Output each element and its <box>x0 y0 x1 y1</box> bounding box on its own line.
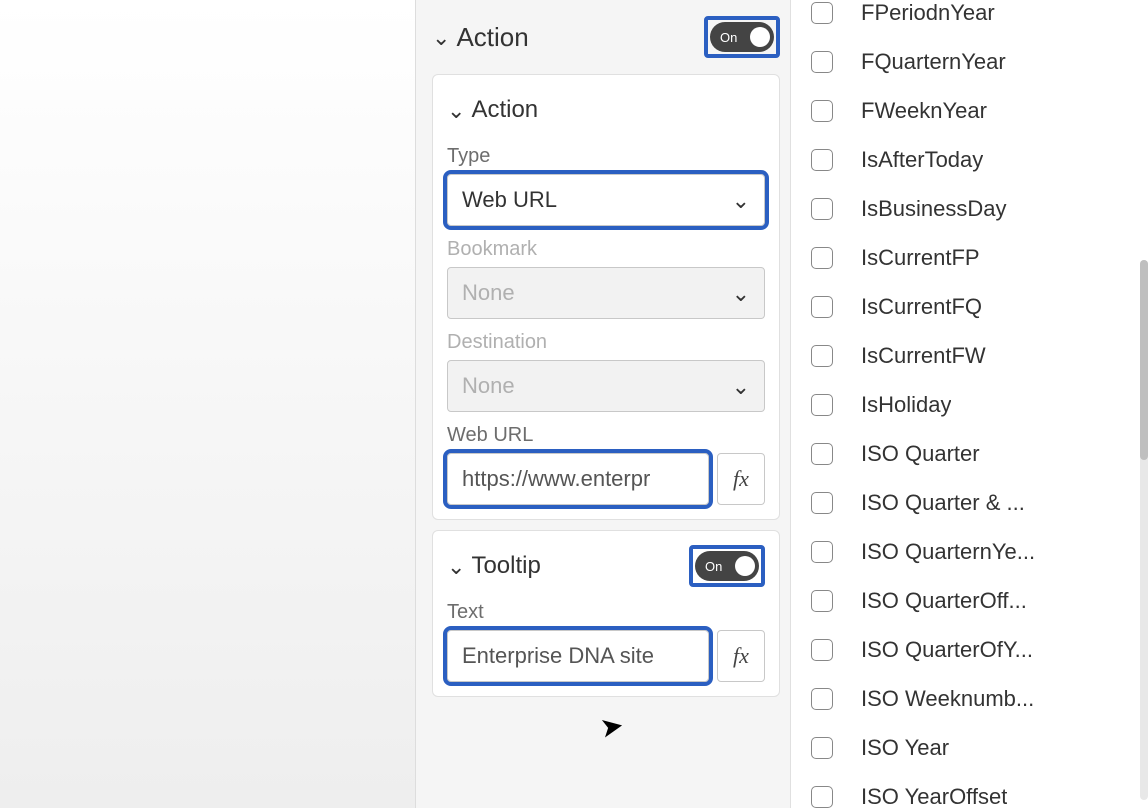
field-item[interactable]: FWeeknYear <box>801 86 1138 135</box>
field-item[interactable]: IsCurrentFP <box>801 233 1138 282</box>
tooltip-toggle[interactable]: On <box>695 551 759 581</box>
field-name-label: ISO QuarterOfY... <box>861 637 1033 663</box>
field-name-label: FPeriodnYear <box>861 0 995 26</box>
fields-list: FPeriodnYear FQuarternYear FWeeknYear IsAft… <box>801 0 1138 808</box>
field-name-label: IsHoliday <box>861 392 951 418</box>
field-name-label: IsAfterToday <box>861 147 983 173</box>
field-checkbox[interactable] <box>811 394 833 416</box>
field-name-label: ISO QuarternYe... <box>861 539 1035 565</box>
chevron-down-icon: ⌄ <box>732 283 750 305</box>
field-checkbox[interactable] <box>811 590 833 612</box>
action-card-title: Action <box>471 96 538 124</box>
fx-button[interactable]: fx <box>717 630 765 682</box>
field-checkbox[interactable] <box>811 2 833 24</box>
field-checkbox[interactable] <box>811 443 833 465</box>
tooltip-text-value: Enterprise DNA site <box>462 643 654 669</box>
destination-select: None ⌄ <box>447 360 765 412</box>
field-item[interactable]: IsBusinessDay <box>801 184 1138 233</box>
field-name-label: IsBusinessDay <box>861 196 1007 222</box>
field-name-label: IsCurrentFW <box>861 343 986 369</box>
scrollbar[interactable] <box>1140 260 1148 800</box>
field-name-label: ISO Year <box>861 735 949 761</box>
field-item[interactable]: IsCurrentFQ <box>801 282 1138 331</box>
field-checkbox[interactable] <box>811 198 833 220</box>
tooltip-text-input[interactable]: Enterprise DNA site <box>447 630 709 682</box>
field-checkbox[interactable] <box>811 688 833 710</box>
field-checkbox[interactable] <box>811 737 833 759</box>
bookmark-select: None ⌄ <box>447 267 765 319</box>
field-item[interactable]: ISO Quarter & ... <box>801 478 1138 527</box>
field-checkbox[interactable] <box>811 786 833 808</box>
field-checkbox[interactable] <box>811 100 833 122</box>
chevron-down-icon: ⌄ <box>732 190 750 212</box>
action-section-header[interactable]: ⌄ Action On <box>432 10 780 64</box>
field-item[interactable]: ISO QuarternYe... <box>801 527 1138 576</box>
tooltip-text-label: Text <box>447 601 765 624</box>
field-name-label: FQuarternYear <box>861 49 1006 75</box>
field-checkbox[interactable] <box>811 149 833 171</box>
field-name-label: ISO YearOffset <box>861 784 1007 808</box>
field-name-label: IsCurrentFQ <box>861 294 982 320</box>
fx-button[interactable]: fx <box>717 453 765 505</box>
tooltip-card: ⌄ Tooltip On Text Enterprise DNA site fx <box>432 530 780 697</box>
field-item[interactable]: FQuarternYear <box>801 37 1138 86</box>
weburl-input[interactable]: https://www.enterpr <box>447 453 709 505</box>
field-checkbox[interactable] <box>811 345 833 367</box>
action-section-title: Action <box>456 22 528 53</box>
field-name-label: ISO QuarterOff... <box>861 588 1027 614</box>
tooltip-toggle-highlight: On <box>689 545 765 587</box>
canvas-area <box>0 0 415 808</box>
field-checkbox[interactable] <box>811 296 833 318</box>
chevron-down-icon: ⌄ <box>432 27 450 49</box>
field-name-label: FWeeknYear <box>861 98 987 124</box>
toggle-knob <box>750 27 770 47</box>
chevron-down-icon: ⌄ <box>732 376 750 398</box>
field-item[interactable]: IsHoliday <box>801 380 1138 429</box>
toggle-knob <box>735 556 755 576</box>
weburl-label: Web URL <box>447 424 765 447</box>
destination-label: Destination <box>447 331 765 354</box>
type-select[interactable]: Web URL ⌄ <box>447 174 765 226</box>
field-checkbox[interactable] <box>811 247 833 269</box>
fields-pane: FPeriodnYear FQuarternYear FWeeknYear IsAft… <box>790 0 1148 808</box>
field-item[interactable]: FPeriodnYear <box>801 0 1138 37</box>
field-name-label: ISO Weeknumb... <box>861 686 1034 712</box>
bookmark-select-value: None <box>462 280 515 306</box>
field-item[interactable]: ISO Year <box>801 723 1138 772</box>
action-toggle[interactable]: On <box>710 22 774 52</box>
scrollbar-thumb[interactable] <box>1140 260 1148 460</box>
action-card: ⌄ Action Type Web URL ⌄ Bookmark None ⌄ … <box>432 74 780 520</box>
field-item[interactable]: ISO Weeknumb... <box>801 674 1138 723</box>
destination-select-value: None <box>462 373 515 399</box>
field-checkbox[interactable] <box>811 51 833 73</box>
field-checkbox[interactable] <box>811 541 833 563</box>
field-name-label: IsCurrentFP <box>861 245 980 271</box>
field-item[interactable]: ISO Quarter <box>801 429 1138 478</box>
field-item[interactable]: IsAfterToday <box>801 135 1138 184</box>
bookmark-label: Bookmark <box>447 238 765 261</box>
chevron-down-icon: ⌄ <box>447 556 465 578</box>
type-label: Type <box>447 145 765 168</box>
field-item[interactable]: IsCurrentFW <box>801 331 1138 380</box>
field-checkbox[interactable] <box>811 492 833 514</box>
field-name-label: ISO Quarter & ... <box>861 490 1025 516</box>
field-name-label: ISO Quarter <box>861 441 980 467</box>
chevron-down-icon: ⌄ <box>447 100 465 122</box>
format-pane: ⌄ Action On ⌄ Action Type Web URL ⌄ Book… <box>415 0 790 808</box>
field-checkbox[interactable] <box>811 639 833 661</box>
type-select-value: Web URL <box>462 187 557 213</box>
field-item[interactable]: ISO QuarterOff... <box>801 576 1138 625</box>
action-toggle-highlight: On <box>704 16 780 58</box>
field-item[interactable]: ISO YearOffset <box>801 772 1138 808</box>
weburl-input-value: https://www.enterpr <box>462 466 650 492</box>
tooltip-card-title: Tooltip <box>471 552 540 580</box>
field-item[interactable]: ISO QuarterOfY... <box>801 625 1138 674</box>
